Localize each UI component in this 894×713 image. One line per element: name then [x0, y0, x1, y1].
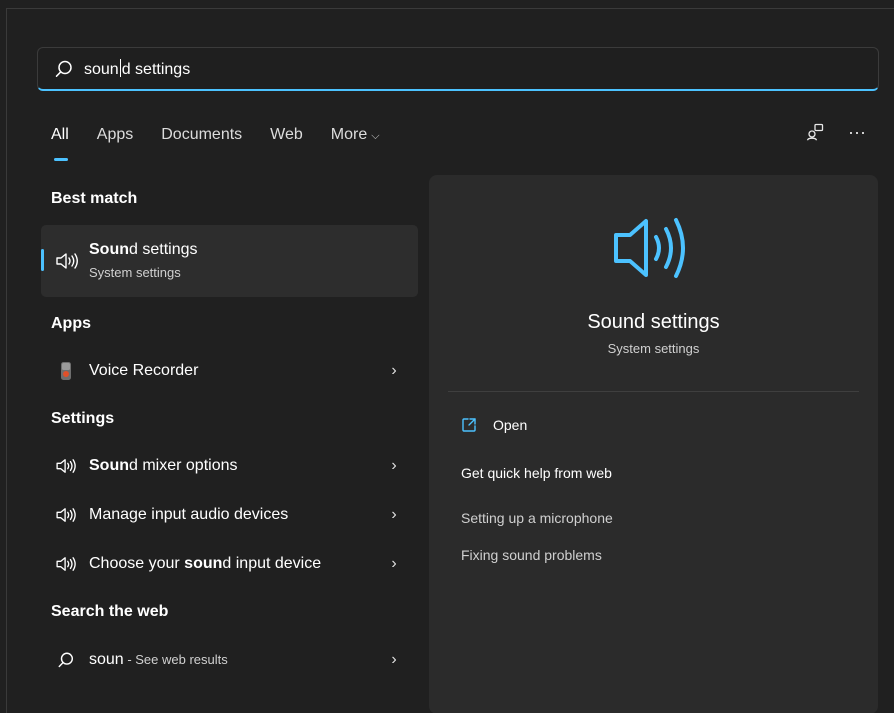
- best-match-title: Sound settings: [89, 241, 197, 259]
- section-apps: Apps: [51, 315, 91, 332]
- tab-all[interactable]: All: [51, 125, 69, 161]
- more-options-icon[interactable]: ···: [848, 123, 866, 141]
- section-search-the-web: Search the web: [51, 603, 169, 620]
- tab-documents[interactable]: Documents: [161, 125, 242, 149]
- divider: [448, 391, 859, 392]
- tab-apps[interactable]: Apps: [97, 125, 133, 149]
- open-external-icon: [462, 418, 476, 432]
- text-caret: [119, 58, 121, 77]
- label-suffix: d input device: [222, 555, 322, 572]
- label-suffix: d mixer options: [129, 457, 238, 474]
- chevron-right-icon[interactable]: ›: [384, 362, 404, 380]
- help-link-microphone[interactable]: Setting up a microphone: [461, 510, 613, 526]
- search-input[interactable]: soun d settings: [84, 58, 191, 79]
- speaker-icon: [55, 457, 77, 475]
- search-icon: [55, 651, 77, 669]
- selection-indicator: [41, 249, 44, 271]
- search-box[interactable]: soun d settings: [37, 47, 879, 91]
- speaker-icon: [55, 555, 77, 573]
- speaker-icon: [614, 218, 685, 278]
- detail-title: Sound settings: [587, 311, 720, 333]
- chevron-right-icon[interactable]: ›: [384, 457, 404, 475]
- label-bold: Soun: [89, 457, 129, 474]
- voice-recorder-icon: [55, 362, 77, 380]
- section-settings: Settings: [51, 410, 115, 427]
- web-results-suffix: - See web results: [123, 652, 228, 667]
- label-bold: soun: [184, 555, 223, 572]
- label-prefix: Manage input audio devices: [89, 506, 289, 523]
- list-item-label: Voice Recorder: [89, 362, 199, 379]
- tab-more[interactable]: More ⌵: [331, 125, 380, 149]
- list-item-sound-mixer-options[interactable]: Sound mixer options ›: [41, 446, 418, 486]
- best-match-subtitle: System settings: [89, 265, 181, 280]
- chevron-right-icon[interactable]: ›: [384, 506, 404, 524]
- section-best-match: Best match: [51, 190, 138, 207]
- best-match-title-rest: d settings: [129, 241, 198, 258]
- quick-help-heading: Get quick help from web: [461, 465, 612, 481]
- filter-tabs: All Apps Documents Web More ⌵: [51, 125, 408, 161]
- list-item-web-search[interactable]: soun - See web results ›: [41, 640, 418, 680]
- list-item-label: Sound mixer options: [89, 457, 384, 475]
- list-item-manage-input-audio-devices[interactable]: Manage input audio devices ›: [41, 495, 418, 535]
- list-item-choose-sound-input-device[interactable]: Choose your sound input device ›: [41, 544, 418, 584]
- search-query-typed: soun: [84, 60, 119, 78]
- tab-web[interactable]: Web: [270, 125, 303, 149]
- account-icon[interactable]: [806, 123, 824, 141]
- label-prefix: Choose your: [89, 555, 185, 572]
- search-query-completion: d settings: [121, 60, 191, 78]
- start-search-window: soun d settings All Apps Documents Web Mo…: [6, 8, 894, 713]
- list-item-label: Choose your sound input device: [89, 555, 384, 573]
- help-link-sound-problems[interactable]: Fixing sound problems: [461, 547, 602, 563]
- speaker-icon: [55, 506, 77, 524]
- speaker-icon: [56, 253, 78, 269]
- chevron-right-icon[interactable]: ›: [384, 555, 404, 573]
- tab-more-label: More: [330, 126, 368, 143]
- list-item-label: soun - See web results: [89, 651, 384, 669]
- web-query: soun: [89, 651, 124, 668]
- list-item-voice-recorder[interactable]: Voice Recorder ›: [41, 351, 418, 391]
- open-action[interactable]: Open: [461, 417, 527, 433]
- list-item-label: Manage input audio devices: [89, 506, 384, 524]
- detail-subtitle: System settings: [607, 341, 700, 356]
- toolbar-icons: ···: [806, 123, 866, 141]
- best-match-title-bold: Soun: [89, 241, 129, 258]
- open-label: Open: [493, 417, 528, 433]
- chevron-right-icon[interactable]: ›: [384, 651, 404, 669]
- detail-panel: Sound settings System settings Open Get …: [429, 175, 878, 713]
- search-icon: [55, 60, 72, 77]
- chevron-down-icon: ⌵: [371, 130, 380, 142]
- best-match-item[interactable]: Sound settings System settings: [41, 225, 418, 297]
